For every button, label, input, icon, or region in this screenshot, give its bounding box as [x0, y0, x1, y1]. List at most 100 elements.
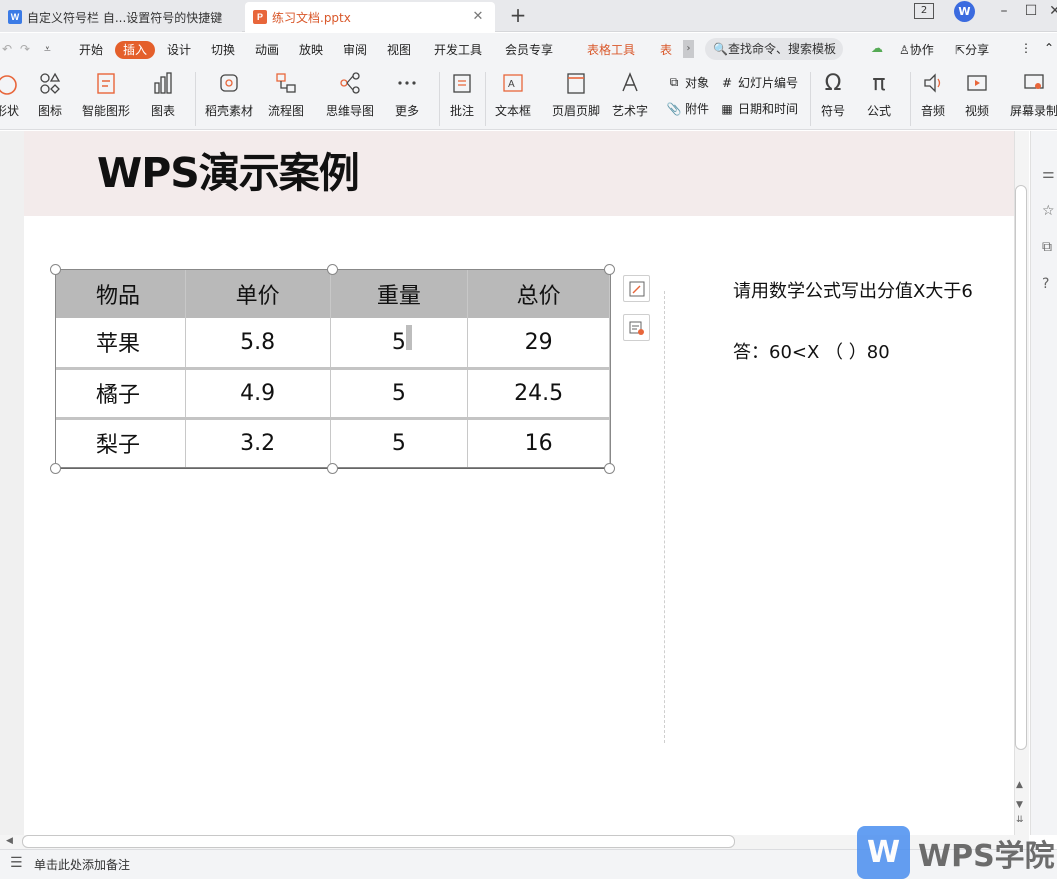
datetime-button[interactable]: ▦ 日期和时间	[720, 100, 798, 117]
header-cell[interactable]: 重量	[329, 269, 469, 318]
resize-handle[interactable]	[604, 264, 615, 275]
menu-view[interactable]: 视图	[387, 41, 411, 59]
material-button[interactable]: 稻壳素材	[205, 70, 253, 119]
cloud-sync-icon[interactable]: ☁	[871, 41, 883, 55]
resize-handle[interactable]	[50, 264, 61, 275]
question-text[interactable]: 请用数学公式写出分值X大于6	[733, 277, 973, 303]
quick-access-dropdown-icon[interactable]: ⩡	[44, 42, 51, 57]
header-cell[interactable]: 总价	[467, 269, 610, 318]
share-button[interactable]: ⇱分享	[955, 41, 989, 58]
table-cell[interactable]: 5.8	[184, 318, 331, 370]
wps-account-icon[interactable]: W	[954, 1, 975, 22]
close-tab-icon[interactable]: ✕	[471, 10, 485, 24]
vertical-scroll-thumb[interactable]	[1015, 185, 1027, 750]
guide-line	[664, 291, 665, 743]
more-button[interactable]: 更多	[394, 70, 420, 119]
data-table[interactable]: 物品 单价 重量 总价 苹果 5.8 5 29 橘子 4.9 5 24.5 梨子…	[55, 269, 610, 469]
slide-title[interactable]: WPS演示案例	[97, 139, 360, 199]
star-icon[interactable]: ☆	[1042, 203, 1055, 219]
table-cell[interactable]: 5	[329, 318, 469, 370]
header-cell[interactable]: 单价	[184, 269, 331, 318]
slides-icon[interactable]: ⧉	[1042, 239, 1052, 255]
table-row: 橘子 4.9 5 24.5	[55, 368, 610, 420]
smartart-button[interactable]: 智能图形	[82, 70, 130, 119]
menu-home[interactable]: 开始	[79, 41, 103, 59]
tab-document-2[interactable]: P 练习文档.pptx ✕	[245, 2, 495, 32]
video-button[interactable]: 视频	[964, 70, 990, 119]
attachment-button[interactable]: 📎 附件	[667, 100, 709, 117]
command-search-input[interactable]: 🔍查找命令、搜索模板	[705, 38, 843, 60]
wordart-button[interactable]: 艺术字	[612, 70, 648, 119]
settings-sliders-icon[interactable]: ⚌	[1042, 166, 1055, 182]
table-row: 梨子 3.2 5 16	[55, 418, 610, 469]
mindmap-button[interactable]: 思维导图	[326, 70, 374, 119]
new-tab-button[interactable]: +	[506, 4, 530, 28]
menu-table-style[interactable]: 表格	[660, 41, 682, 59]
resize-handle[interactable]	[604, 463, 615, 474]
shape-button[interactable]: 形状	[0, 70, 20, 119]
table-cell[interactable]: 5	[329, 418, 469, 469]
table-cell[interactable]: 29	[467, 318, 610, 370]
table-cell[interactable]: 橘子	[55, 368, 186, 420]
flowchart-button[interactable]: 流程图	[268, 70, 304, 119]
header-footer-button[interactable]: 页眉页脚	[552, 70, 600, 119]
search-icon: 🔍	[713, 42, 728, 56]
menu-transition[interactable]: 切换	[211, 41, 235, 59]
mindmap-icon	[337, 70, 363, 96]
notes-icon: ☰	[10, 855, 23, 871]
menu-table-tools[interactable]: 表格工具	[587, 41, 635, 59]
calendar-icon: ▦	[721, 101, 733, 116]
formula-button[interactable]: π 公式	[866, 70, 892, 119]
slide-number-button[interactable]: # 幻灯片编号	[720, 74, 798, 91]
menu-design[interactable]: 设计	[167, 41, 191, 59]
scroll-up-icon[interactable]: ▲	[1016, 780, 1023, 790]
table-cell[interactable]: 3.2	[184, 418, 331, 469]
icon-button[interactable]: 图标	[37, 70, 63, 119]
collaborate-button[interactable]: ♙协作	[899, 41, 934, 58]
screen-record-button[interactable]: 屏幕录制	[1010, 70, 1057, 119]
resize-handle[interactable]	[327, 463, 338, 474]
chevron-right-icon[interactable]: ›	[683, 40, 694, 58]
menu-member[interactable]: 会员专享	[505, 41, 553, 59]
table-cell[interactable]: 24.5	[467, 368, 610, 420]
window-count-badge[interactable]: 2	[914, 3, 934, 19]
help-icon[interactable]: ?	[1042, 276, 1049, 292]
chart-button[interactable]: 图表	[150, 70, 176, 119]
undo-icon[interactable]: ↶	[2, 42, 12, 56]
menu-insert[interactable]: 插入	[115, 41, 156, 59]
close-window-button[interactable]: ✕	[1043, 2, 1057, 20]
table-cell[interactable]: 苹果	[55, 318, 186, 370]
symbol-button[interactable]: Ω 符号	[820, 70, 846, 119]
audio-button[interactable]: 音频	[920, 70, 946, 119]
scroll-down-icon[interactable]: ▼	[1016, 800, 1023, 810]
table-cell[interactable]: 5	[329, 368, 469, 420]
minimize-button[interactable]: –	[992, 2, 1016, 20]
table-style-tool-button[interactable]	[623, 275, 650, 302]
redo-icon[interactable]: ↷	[20, 42, 30, 56]
tab-label: 练习文档.pptx	[272, 10, 351, 25]
resize-handle[interactable]	[50, 463, 61, 474]
menu-animation[interactable]: 动画	[255, 41, 279, 59]
resize-handle[interactable]	[327, 264, 338, 275]
comment-button[interactable]: 批注	[449, 70, 475, 119]
object-button[interactable]: ⧉ 对象	[667, 74, 709, 91]
textbox-button[interactable]: A 文本框	[495, 70, 531, 119]
menu-developer[interactable]: 开发工具	[434, 41, 482, 59]
horizontal-scroll-thumb[interactable]	[22, 835, 735, 848]
header-cell[interactable]: 物品	[55, 269, 186, 318]
table-fill-tool-button[interactable]	[623, 314, 650, 341]
scroll-left-icon[interactable]: ◀	[6, 836, 13, 846]
table-cell[interactable]: 梨子	[55, 418, 186, 469]
table-cell[interactable]: 16	[467, 418, 610, 469]
maximize-button[interactable]: ☐	[1019, 2, 1043, 20]
more-options-icon[interactable]: ⋮	[1020, 41, 1032, 55]
slide-canvas[interactable]: WPS演示案例 物品 单价 重量 总价 苹果 5.8 5 29 橘子 4.9 5…	[24, 131, 1014, 835]
table-cell[interactable]: 4.9	[184, 368, 331, 420]
collapse-ribbon-icon[interactable]: ⌃	[1044, 41, 1054, 55]
textbox-icon: A	[500, 70, 526, 96]
tab-document-1[interactable]: W 自定义符号栏 自...设置符号的快捷键	[0, 2, 242, 32]
page-down-icon[interactable]: ⇊	[1016, 815, 1024, 825]
answer-text[interactable]: 答：60<X （ ）80	[733, 338, 890, 364]
menu-slideshow[interactable]: 放映	[299, 41, 323, 59]
menu-review[interactable]: 审阅	[343, 41, 367, 59]
